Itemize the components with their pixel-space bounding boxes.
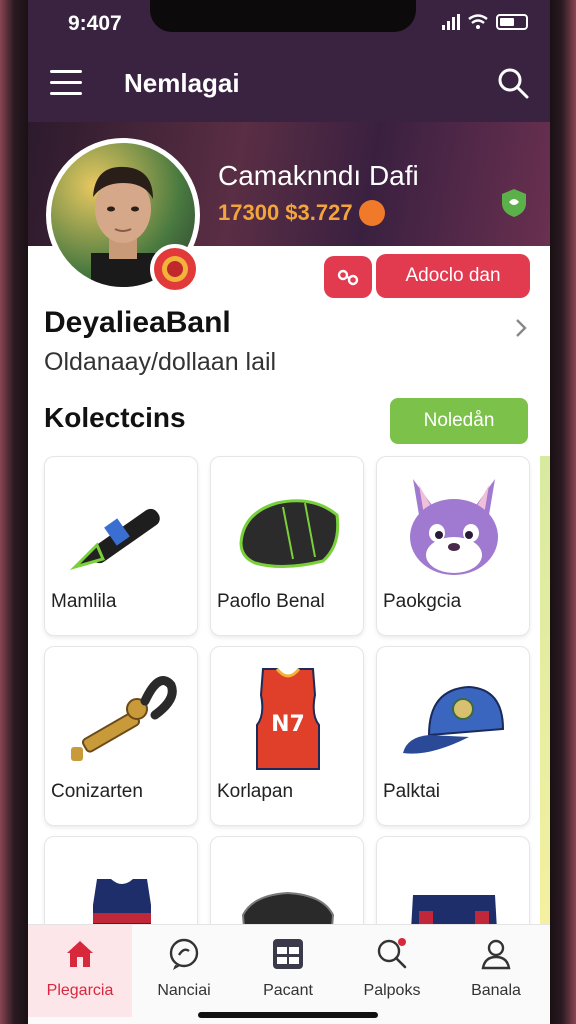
nav-label: Plegarcia [46, 982, 114, 999]
svg-text:N7: N7 [271, 712, 305, 737]
card-label: Korlapan [217, 781, 294, 802]
banner-name: Camaknndı Dafi [218, 160, 419, 191]
nav-label: Banala [471, 982, 521, 999]
collection-card[interactable]: N7 Korlapan [210, 646, 364, 826]
collections-button[interactable]: Noledån [390, 398, 528, 444]
next-card-peek [540, 456, 550, 926]
collections-title: Kolectcins [44, 402, 186, 433]
status-bar: 9:407 [28, 0, 550, 48]
collection-card[interactable]: Conizarten [44, 646, 198, 826]
nav-item-grid[interactable]: Pacant [236, 925, 340, 1017]
nav-item-chat[interactable]: Nanciai [132, 925, 236, 1017]
profile-name: DeyalieaBanl [44, 306, 231, 339]
profile-subtitle: Oldanaay/dollaan lail [44, 348, 277, 376]
link-icon [337, 269, 359, 286]
shield-icon[interactable] [500, 188, 528, 218]
nav-item-profile[interactable]: Banala [444, 925, 548, 1017]
profile-icon [481, 939, 511, 970]
fox-mascot-icon [410, 479, 498, 575]
collection-card[interactable]: Mamlila [44, 456, 198, 636]
status-time: 9:407 [68, 12, 122, 35]
search-icon [377, 938, 407, 969]
app-screen: 9:407 Nemlagai Camaknndı Dafi 17300 $3.7… [28, 0, 550, 1024]
card-label: Paoflo Benal [217, 591, 325, 612]
nav-item-search[interactable]: Palpoks [340, 925, 444, 1017]
glove-icon [239, 499, 340, 569]
home-indicator[interactable] [198, 1012, 378, 1018]
nav-label: Palpoks [363, 982, 421, 999]
cap-icon [403, 685, 505, 754]
camera-notch [150, 0, 416, 32]
share-button[interactable] [324, 256, 372, 298]
chevron-right-icon[interactable] [514, 318, 528, 338]
wifi-icon [468, 14, 488, 29]
jersey-icon: N7 [256, 668, 320, 770]
grid-icon [273, 939, 303, 969]
app-bar: Nemlagai [28, 48, 550, 122]
add-button[interactable]: Adoclo dan [376, 254, 530, 298]
flashlight-icon [69, 508, 160, 571]
bottom-nav: Plegarcia Nanciai Pacant Palpoks Banala [28, 924, 550, 1024]
battery-icon [496, 14, 528, 30]
nav-item-home[interactable]: Plegarcia [28, 925, 132, 1017]
card-label: Palktai [383, 781, 441, 802]
telescope-icon [71, 676, 177, 761]
status-icons [442, 14, 528, 30]
card-label: Conizarten [51, 781, 143, 802]
stats-value: 17300 $3.727 [218, 200, 353, 225]
chat-icon [169, 938, 199, 970]
card-label: Paokgcia [383, 591, 462, 612]
menu-icon[interactable] [50, 70, 82, 96]
home-icon [67, 941, 93, 967]
search-icon[interactable] [496, 66, 530, 100]
paw-icon [358, 200, 385, 226]
collection-card[interactable]: Palktai [376, 646, 530, 826]
team-badge-icon [150, 244, 200, 294]
collection-card[interactable]: Paokgcia [376, 456, 530, 636]
banner-stats: 17300 $3.727 [218, 200, 385, 226]
card-label: Mamlila [51, 591, 117, 612]
nav-label: Pacant [263, 982, 313, 999]
signal-icon [442, 14, 460, 30]
collection-card[interactable]: Paoflo Benal [210, 456, 364, 636]
app-title: Nemlagai [124, 68, 240, 98]
nav-label: Nanciai [157, 982, 211, 999]
